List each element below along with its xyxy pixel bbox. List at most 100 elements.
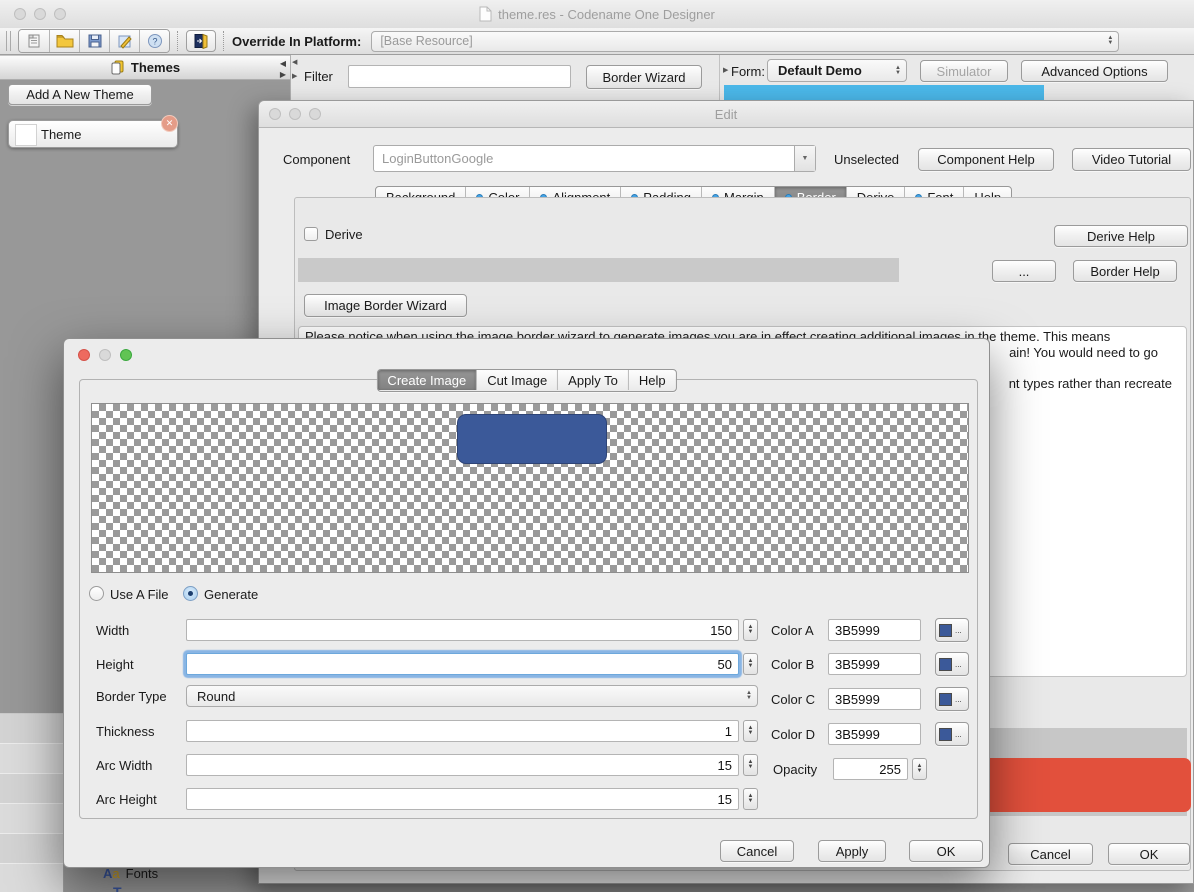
help-icon: ? (147, 33, 163, 49)
theme-tab[interactable]: Theme (8, 120, 178, 148)
color-c-label: Color C (771, 692, 815, 707)
video-tutorial-button[interactable]: Video Tutorial (1072, 148, 1191, 171)
collapse-left-icon[interactable]: ◀ (292, 59, 297, 66)
svg-text:?: ? (152, 37, 157, 47)
component-dropdown-button[interactable]: ▼ (794, 146, 815, 171)
border-help-button[interactable]: Border Help (1073, 260, 1177, 282)
thickness-spinner[interactable] (743, 720, 758, 742)
height-spinner[interactable] (743, 653, 758, 675)
tab-help[interactable]: Help (628, 370, 676, 390)
toolbar-button-group: ? (18, 29, 170, 53)
filter-input[interactable] (348, 65, 571, 88)
new-document-button[interactable] (19, 30, 49, 52)
color-a-picker-button[interactable] (935, 618, 969, 642)
pencil-icon (117, 33, 133, 49)
width-input[interactable] (186, 619, 739, 641)
arc-height-input[interactable] (186, 788, 739, 810)
fonts-item[interactable]: Aa Fonts (103, 866, 158, 881)
open-folder-icon (56, 33, 74, 49)
bottom-table[interactable] (0, 713, 64, 892)
use-a-file-label: Use A File (110, 587, 169, 602)
color-d-picker-button[interactable] (935, 722, 969, 746)
table-row[interactable] (0, 864, 63, 892)
edit-titlebar: Edit (259, 101, 1193, 128)
tab-create-image[interactable]: Create Image (377, 370, 476, 390)
stepper-arrows-icon (1102, 36, 1118, 46)
color-b-picker-button[interactable] (935, 652, 969, 676)
themes-panel-header: Themes ◀ ▶ (0, 55, 290, 80)
wizard-ok-button[interactable]: OK (909, 840, 983, 862)
exit-button[interactable] (186, 30, 216, 52)
arc-width-spinner[interactable] (743, 754, 758, 776)
color-c-input[interactable] (828, 688, 921, 710)
wizard-apply-button[interactable]: Apply (818, 840, 886, 862)
add-new-theme-button[interactable]: Add A New Theme (8, 84, 152, 105)
border-type-select[interactable]: Round (186, 685, 758, 707)
image-border-wizard-dialog: Create Image Cut Image Apply To Help Use… (63, 338, 990, 868)
theme-close-icon[interactable] (161, 115, 178, 132)
border-type-value: Round (187, 689, 235, 704)
collapse-right-icon[interactable]: ▶ (292, 73, 297, 80)
color-c-swatch (939, 693, 952, 706)
table-row[interactable] (0, 774, 63, 804)
wizard-tab-bar: Create Image Cut Image Apply To Help (376, 369, 676, 392)
arc-width-input[interactable] (186, 754, 739, 776)
derive-checkbox[interactable] (304, 227, 318, 241)
edit-button[interactable] (109, 30, 139, 52)
width-spinner[interactable] (743, 619, 758, 641)
simulator-progress-bar (724, 85, 1044, 100)
border-wizard-button[interactable]: Border Wizard (586, 65, 702, 89)
image-border-wizard-button[interactable]: Image Border Wizard (304, 294, 467, 317)
use-a-file-radio[interactable] (89, 586, 104, 601)
form-collapse-icon[interactable]: ▶ (723, 67, 728, 74)
help-button[interactable]: ? (139, 30, 169, 52)
generate-label: Generate (204, 587, 258, 602)
color-b-input[interactable] (828, 653, 921, 675)
strip-divider (719, 55, 720, 100)
edit-cancel-button[interactable]: Cancel (1008, 843, 1093, 865)
override-in-platform-label: Override In Platform: (232, 34, 361, 49)
border-type-label: Border Type (96, 689, 167, 704)
thickness-input[interactable] (186, 720, 739, 742)
form-stepper-icon (890, 66, 906, 76)
edit-ok-button[interactable]: OK (1108, 843, 1190, 865)
image-preview-area (91, 403, 969, 573)
opacity-input[interactable] (833, 758, 908, 780)
table-row[interactable] (0, 804, 63, 834)
tab-scroll-arrows[interactable]: ◀ ▶ (280, 60, 286, 79)
color-a-input[interactable] (828, 619, 921, 641)
notice-line-2: ain! You would need to go (1009, 345, 1158, 360)
color-c-picker-button[interactable] (935, 687, 969, 711)
derive-checkbox-label: Derive (325, 227, 363, 242)
height-input[interactable] (186, 653, 739, 675)
tab-cut-image[interactable]: Cut Image (476, 370, 557, 390)
color-d-input[interactable] (828, 723, 921, 745)
toolbar-grip[interactable] (6, 31, 11, 51)
border-ellipsis-button[interactable]: ... (992, 260, 1056, 282)
component-combobox[interactable]: LoginButtonGoogle ▼ (373, 145, 816, 172)
dialog-zoom-button[interactable] (120, 349, 132, 361)
opacity-spinner[interactable] (912, 758, 927, 780)
advanced-options-label: Advanced Options (1041, 64, 1147, 79)
advanced-options-button[interactable]: Advanced Options (1021, 60, 1168, 82)
wizard-cancel-button[interactable]: Cancel (720, 840, 794, 862)
arc-height-label: Arc Height (96, 792, 157, 807)
save-button[interactable] (79, 30, 109, 52)
table-row[interactable] (0, 744, 63, 774)
override-platform-select[interactable]: [Base Resource] (371, 31, 1119, 52)
wizard-apply-label: Apply (836, 844, 869, 859)
exit-door-icon (193, 33, 209, 49)
table-row[interactable] (0, 714, 63, 744)
arc-height-spinner[interactable] (743, 788, 758, 810)
generate-radio[interactable] (183, 586, 198, 601)
tab-apply-to[interactable]: Apply To (557, 370, 628, 390)
component-help-button[interactable]: Component Help (918, 148, 1054, 171)
dialog-minimize-button[interactable] (99, 349, 111, 361)
form-select[interactable]: Default Demo (767, 59, 907, 82)
open-button[interactable] (49, 30, 79, 52)
simulator-button[interactable]: Simulator (920, 60, 1008, 82)
table-row[interactable] (0, 834, 63, 864)
derive-help-button[interactable]: Derive Help (1054, 225, 1188, 247)
dialog-close-button[interactable] (78, 349, 90, 361)
filter-label: Filter (304, 69, 333, 84)
